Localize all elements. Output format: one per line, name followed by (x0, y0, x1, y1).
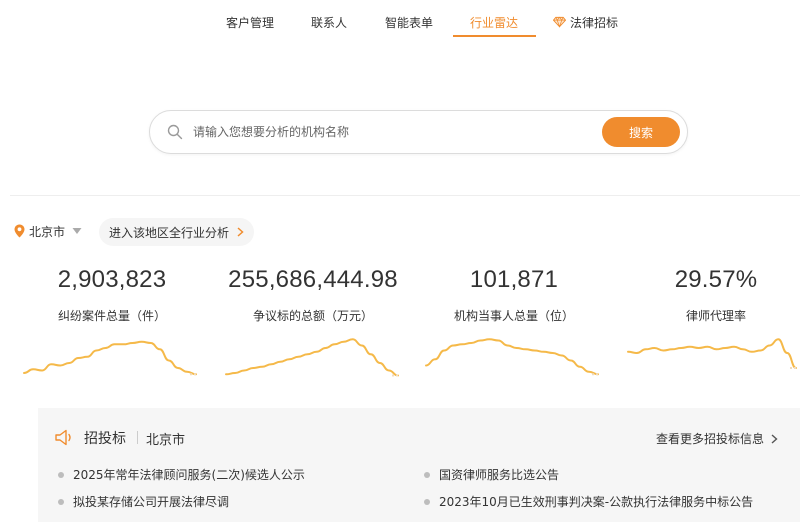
bidding-item-title: 国资律师服务比选公告 (439, 468, 560, 482)
stat-label-parties: 机构当事人总量（位） (453, 309, 574, 323)
region-city: 北京市 (29, 224, 66, 239)
search-button[interactable]: 搜索 (602, 117, 680, 147)
nav-item-legal-bidding[interactable]: 法律招标 (553, 14, 618, 31)
bidding-item[interactable]: 2023年10月已生效刑事判决案-公款执行法律服务中标公告 (424, 493, 753, 510)
stat-label-cases: 纠纷案件总量（件） (57, 309, 166, 323)
bidding-city: 北京市 (146, 433, 186, 448)
stat-label-lawyer-rate: 律师代理率 (685, 309, 746, 323)
search-input[interactable] (193, 121, 593, 143)
nav-item-smart-forms[interactable]: 智能表单 (385, 14, 433, 31)
bidding-item[interactable]: 拟投某存储公司开展法律尽调 (58, 493, 229, 510)
section-divider (10, 195, 800, 196)
nav-item-industry-radar[interactable]: 行业雷达 (470, 14, 518, 31)
stat-value-lawyer-rate: 29.57% (674, 266, 758, 293)
sparkline-path (627, 338, 797, 369)
region-analysis-link[interactable]: 进入该地区全行业分析 (99, 218, 255, 246)
caret-down-icon (72, 228, 82, 234)
region-analysis-label: 进入该地区全行业分析 (109, 225, 230, 240)
bullet-dot (424, 498, 430, 505)
stat-value-amount: 255,686,444.98 (228, 266, 398, 293)
top-nav: 客户管理 联系人 智能表单 行业雷达 法律招标 (0, 0, 800, 42)
stat-label-amount: 争议标的总额（万元） (252, 309, 373, 323)
sparkline-cases (23, 340, 198, 376)
chevron-right-icon (771, 433, 778, 444)
sparkline-path (425, 338, 599, 376)
bidding-item-title: 拟投某存储公司开展法律尽调 (73, 495, 230, 509)
search-icon (167, 124, 183, 140)
sparkline-parties (425, 338, 600, 376)
bidding-title-divider (137, 431, 138, 444)
bidding-item-title: 2025年常年法律顾问服务(二次)候选人公示 (73, 468, 305, 482)
bullet-dot (58, 498, 64, 505)
region-selector[interactable]: 北京市 (14, 221, 82, 241)
sparkline-path (23, 340, 197, 376)
bidding-item-title: 2023年10月已生效刑事判决案-公款执行法律服务中标公告 (439, 495, 754, 509)
stat-value-cases: 2,903,823 (57, 266, 167, 293)
bidding-item[interactable]: 2025年常年法律顾问服务(二次)候选人公示 (58, 466, 305, 483)
chevron-right-icon (237, 227, 244, 237)
bullet-dot (58, 471, 64, 478)
nav-item-contacts[interactable]: 联系人 (311, 14, 347, 31)
nav-item-legal-bidding-label: 法律招标 (570, 16, 619, 30)
nav-item-customer-management[interactable]: 客户管理 (226, 14, 274, 31)
stat-value-parties: 101,871 (469, 266, 559, 293)
sparkline-amount (225, 338, 400, 377)
active-tab-indicator (453, 35, 536, 37)
sparkline-lawyer-rate (627, 338, 798, 369)
bidding-more-label: 查看更多招投标信息 (656, 432, 765, 446)
bidding-item[interactable]: 国资律师服务比选公告 (424, 466, 559, 483)
location-pin-icon (14, 224, 25, 238)
megaphone-icon (55, 429, 71, 446)
bidding-more-link[interactable]: 查看更多招投标信息 (656, 430, 778, 447)
gem-icon (553, 16, 566, 28)
sparkline-path (225, 338, 399, 377)
bullet-dot (424, 471, 430, 478)
bidding-title: 招投标 (84, 431, 126, 447)
